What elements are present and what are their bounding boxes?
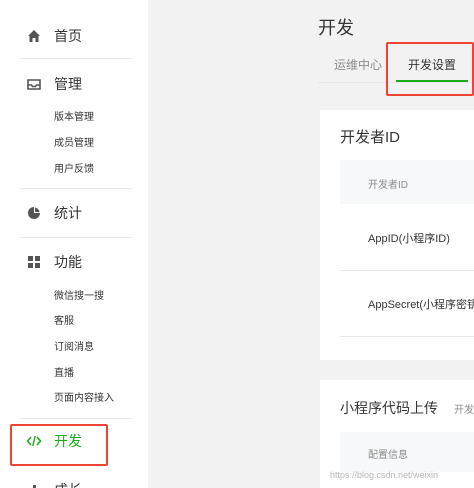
- nav-features[interactable]: 功能: [26, 250, 82, 274]
- tab-ops-center[interactable]: 运维中心: [334, 56, 382, 73]
- row-divider: [340, 336, 474, 337]
- appsecret-label: AppSecret(小程序密钥): [368, 299, 474, 311]
- code-upload-extra: 开发: [454, 405, 474, 416]
- nav-manage-label: 管理: [54, 76, 82, 92]
- divider: [20, 418, 132, 419]
- row-divider: [340, 270, 474, 271]
- sidebar-item-live[interactable]: 直播: [54, 366, 74, 382]
- config-info-header: 配置信息: [368, 450, 408, 461]
- nav-stats[interactable]: 统计: [26, 201, 82, 225]
- home-icon: [26, 28, 42, 44]
- divider: [20, 237, 132, 238]
- watermark: https://blog.csdn.net/weixin: [330, 470, 439, 480]
- pie-chart-icon: [26, 205, 42, 221]
- sidebar-item-customer-service[interactable]: 客服: [54, 314, 74, 330]
- divider: [20, 58, 132, 59]
- nav-home[interactable]: 首页: [26, 24, 82, 48]
- highlight-box-dev: [10, 424, 108, 466]
- developer-id-title: 开发者ID: [340, 129, 401, 146]
- nav-home-label: 首页: [54, 28, 82, 44]
- appid-label: AppID(小程序ID): [368, 233, 450, 245]
- nav-growth-label: 成长: [54, 480, 82, 488]
- page-title: 开发: [318, 18, 354, 38]
- growth-icon: [26, 482, 42, 488]
- sidebar-item-wechat-search[interactable]: 微信搜一搜: [54, 289, 104, 305]
- highlight-box-tab: [386, 42, 474, 96]
- sidebar-item-subscribe-msg[interactable]: 订阅消息: [54, 340, 94, 356]
- grid-icon: [26, 254, 42, 270]
- code-upload-title: 小程序代码上传: [340, 400, 438, 416]
- sidebar-item-feedback[interactable]: 用户反馈: [54, 162, 94, 178]
- sidebar-item-version[interactable]: 版本管理: [54, 110, 94, 126]
- nav-features-label: 功能: [54, 254, 82, 270]
- nav-manage[interactable]: 管理: [26, 72, 82, 96]
- inbox-icon: [26, 76, 42, 92]
- sidebar-item-page-content[interactable]: 页面内容接入: [54, 391, 114, 407]
- developer-id-column-header: 开发者ID: [368, 180, 408, 191]
- nav-growth[interactable]: 成长: [26, 478, 82, 488]
- divider: [20, 188, 132, 189]
- sidebar-item-members[interactable]: 成员管理: [54, 136, 94, 152]
- nav-stats-label: 统计: [54, 205, 82, 221]
